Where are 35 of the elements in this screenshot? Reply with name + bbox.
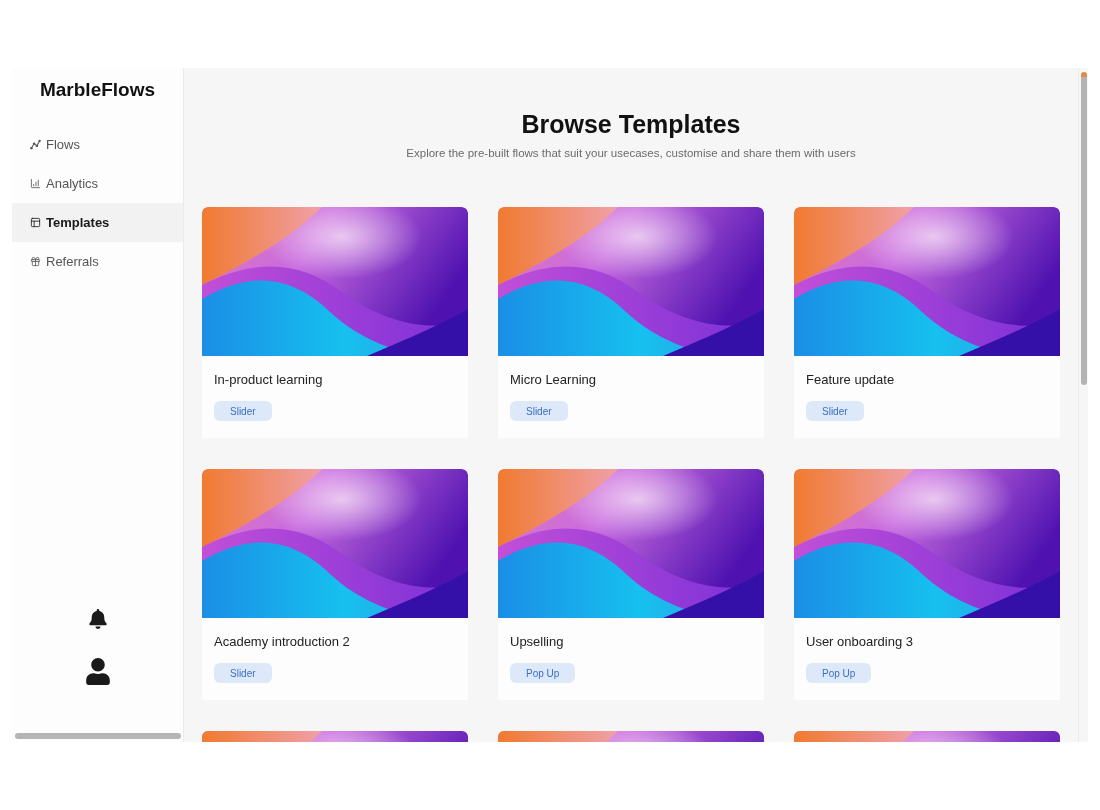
type-tag: Pop Up	[510, 663, 576, 683]
horizontal-scrollbar[interactable]	[14, 733, 181, 739]
layout-icon	[30, 217, 41, 228]
nav-item[interactable]: Flows	[12, 125, 183, 164]
line-graph-icon	[30, 139, 41, 150]
profile-button[interactable]	[83, 656, 112, 686]
type-tag: Slider	[510, 401, 568, 421]
page-title: Browse Templates	[521, 109, 741, 140]
bar-chart-icon	[30, 178, 41, 189]
type-tag: Pop Up	[806, 663, 872, 683]
template-card[interactable]: Feature update Slider	[794, 207, 1060, 438]
template-title: Micro Learning	[510, 372, 596, 388]
bell-icon	[88, 609, 107, 629]
template-card[interactable]: Upselling Pop Up	[498, 469, 764, 700]
type-tag: Slider	[214, 401, 272, 421]
template-card[interactable]: Academy introduction 2 Slider	[202, 469, 468, 700]
template-card[interactable]: User onboarding 3 Pop Up	[794, 469, 1060, 700]
app-logo: MarbleFlows	[38, 78, 157, 102]
nav-item[interactable]: Referrals	[12, 242, 183, 281]
template-title: Academy introduction 2	[214, 634, 350, 650]
nav-item[interactable]: Templates	[12, 203, 183, 242]
nav-item[interactable]: Analytics	[12, 164, 183, 203]
page-subtitle: Explore the pre-built flows that suit your usecases, customise and share them with users	[406, 146, 856, 161]
template-title: In-product learning	[214, 372, 323, 388]
template-title: Upselling	[510, 634, 564, 650]
gift-icon	[30, 256, 41, 267]
template-card[interactable]: In-product learning Slider	[202, 207, 468, 438]
user-icon	[85, 657, 110, 685]
template-card[interactable]: Micro Learning Slider	[498, 207, 764, 438]
notifications-button[interactable]	[86, 608, 109, 630]
template-title: User onboarding 3	[806, 634, 913, 650]
template-title: Feature update	[806, 372, 895, 388]
vertical-scrollbar[interactable]	[1080, 72, 1087, 385]
type-tag: Slider	[806, 401, 864, 421]
type-tag: Slider	[214, 663, 272, 683]
